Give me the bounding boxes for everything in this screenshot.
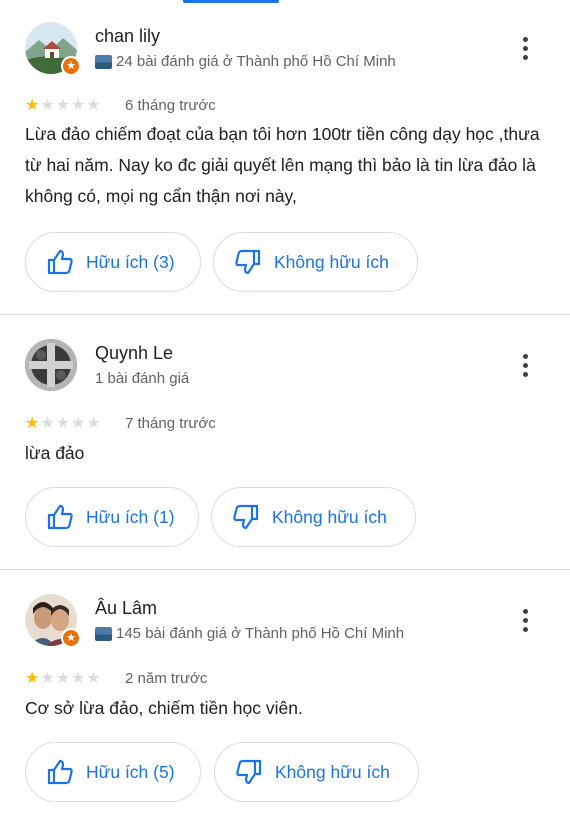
not-helpful-label: Không hữu ích bbox=[275, 761, 390, 782]
thumbs-down-icon bbox=[236, 759, 262, 785]
helpful-button[interactable]: Hữu ích (5) bbox=[25, 742, 201, 802]
star-icon: ★ bbox=[86, 670, 101, 687]
local-guide-badge-icon: ★ bbox=[61, 628, 81, 648]
star-icon: ★ bbox=[55, 670, 71, 687]
star-icon: ★ bbox=[40, 670, 55, 687]
not-helpful-button[interactable]: Không hữu ích bbox=[214, 742, 419, 802]
review-card: ★ Âu Lâm 145 bài đánh giá ở Thành phố Hồ… bbox=[0, 0, 570, 817]
star-icon: ★ bbox=[25, 670, 40, 687]
avatar[interactable]: ★ bbox=[25, 594, 81, 648]
local-guide-icon bbox=[95, 626, 112, 641]
thumbs-up-icon bbox=[47, 759, 73, 785]
helpful-label: Hữu ích (5) bbox=[86, 761, 175, 782]
star-rating: ★ ★ ★ ★ ★ bbox=[25, 671, 101, 687]
reviewer-name[interactable]: Âu Lâm bbox=[95, 598, 157, 619]
review-time: 2 năm trước bbox=[125, 670, 208, 687]
reviewer-meta: 145 bài đánh giá ở Thành phố Hồ Chí Minh bbox=[95, 625, 404, 642]
review-text: Cơ sở lừa đảo, chiếm tiền học viên. bbox=[25, 698, 303, 718]
more-options-icon[interactable] bbox=[515, 605, 535, 635]
star-icon: ★ bbox=[71, 670, 86, 687]
reviewer-meta-text: 145 bài đánh giá ở Thành phố Hồ Chí Minh bbox=[116, 625, 405, 642]
